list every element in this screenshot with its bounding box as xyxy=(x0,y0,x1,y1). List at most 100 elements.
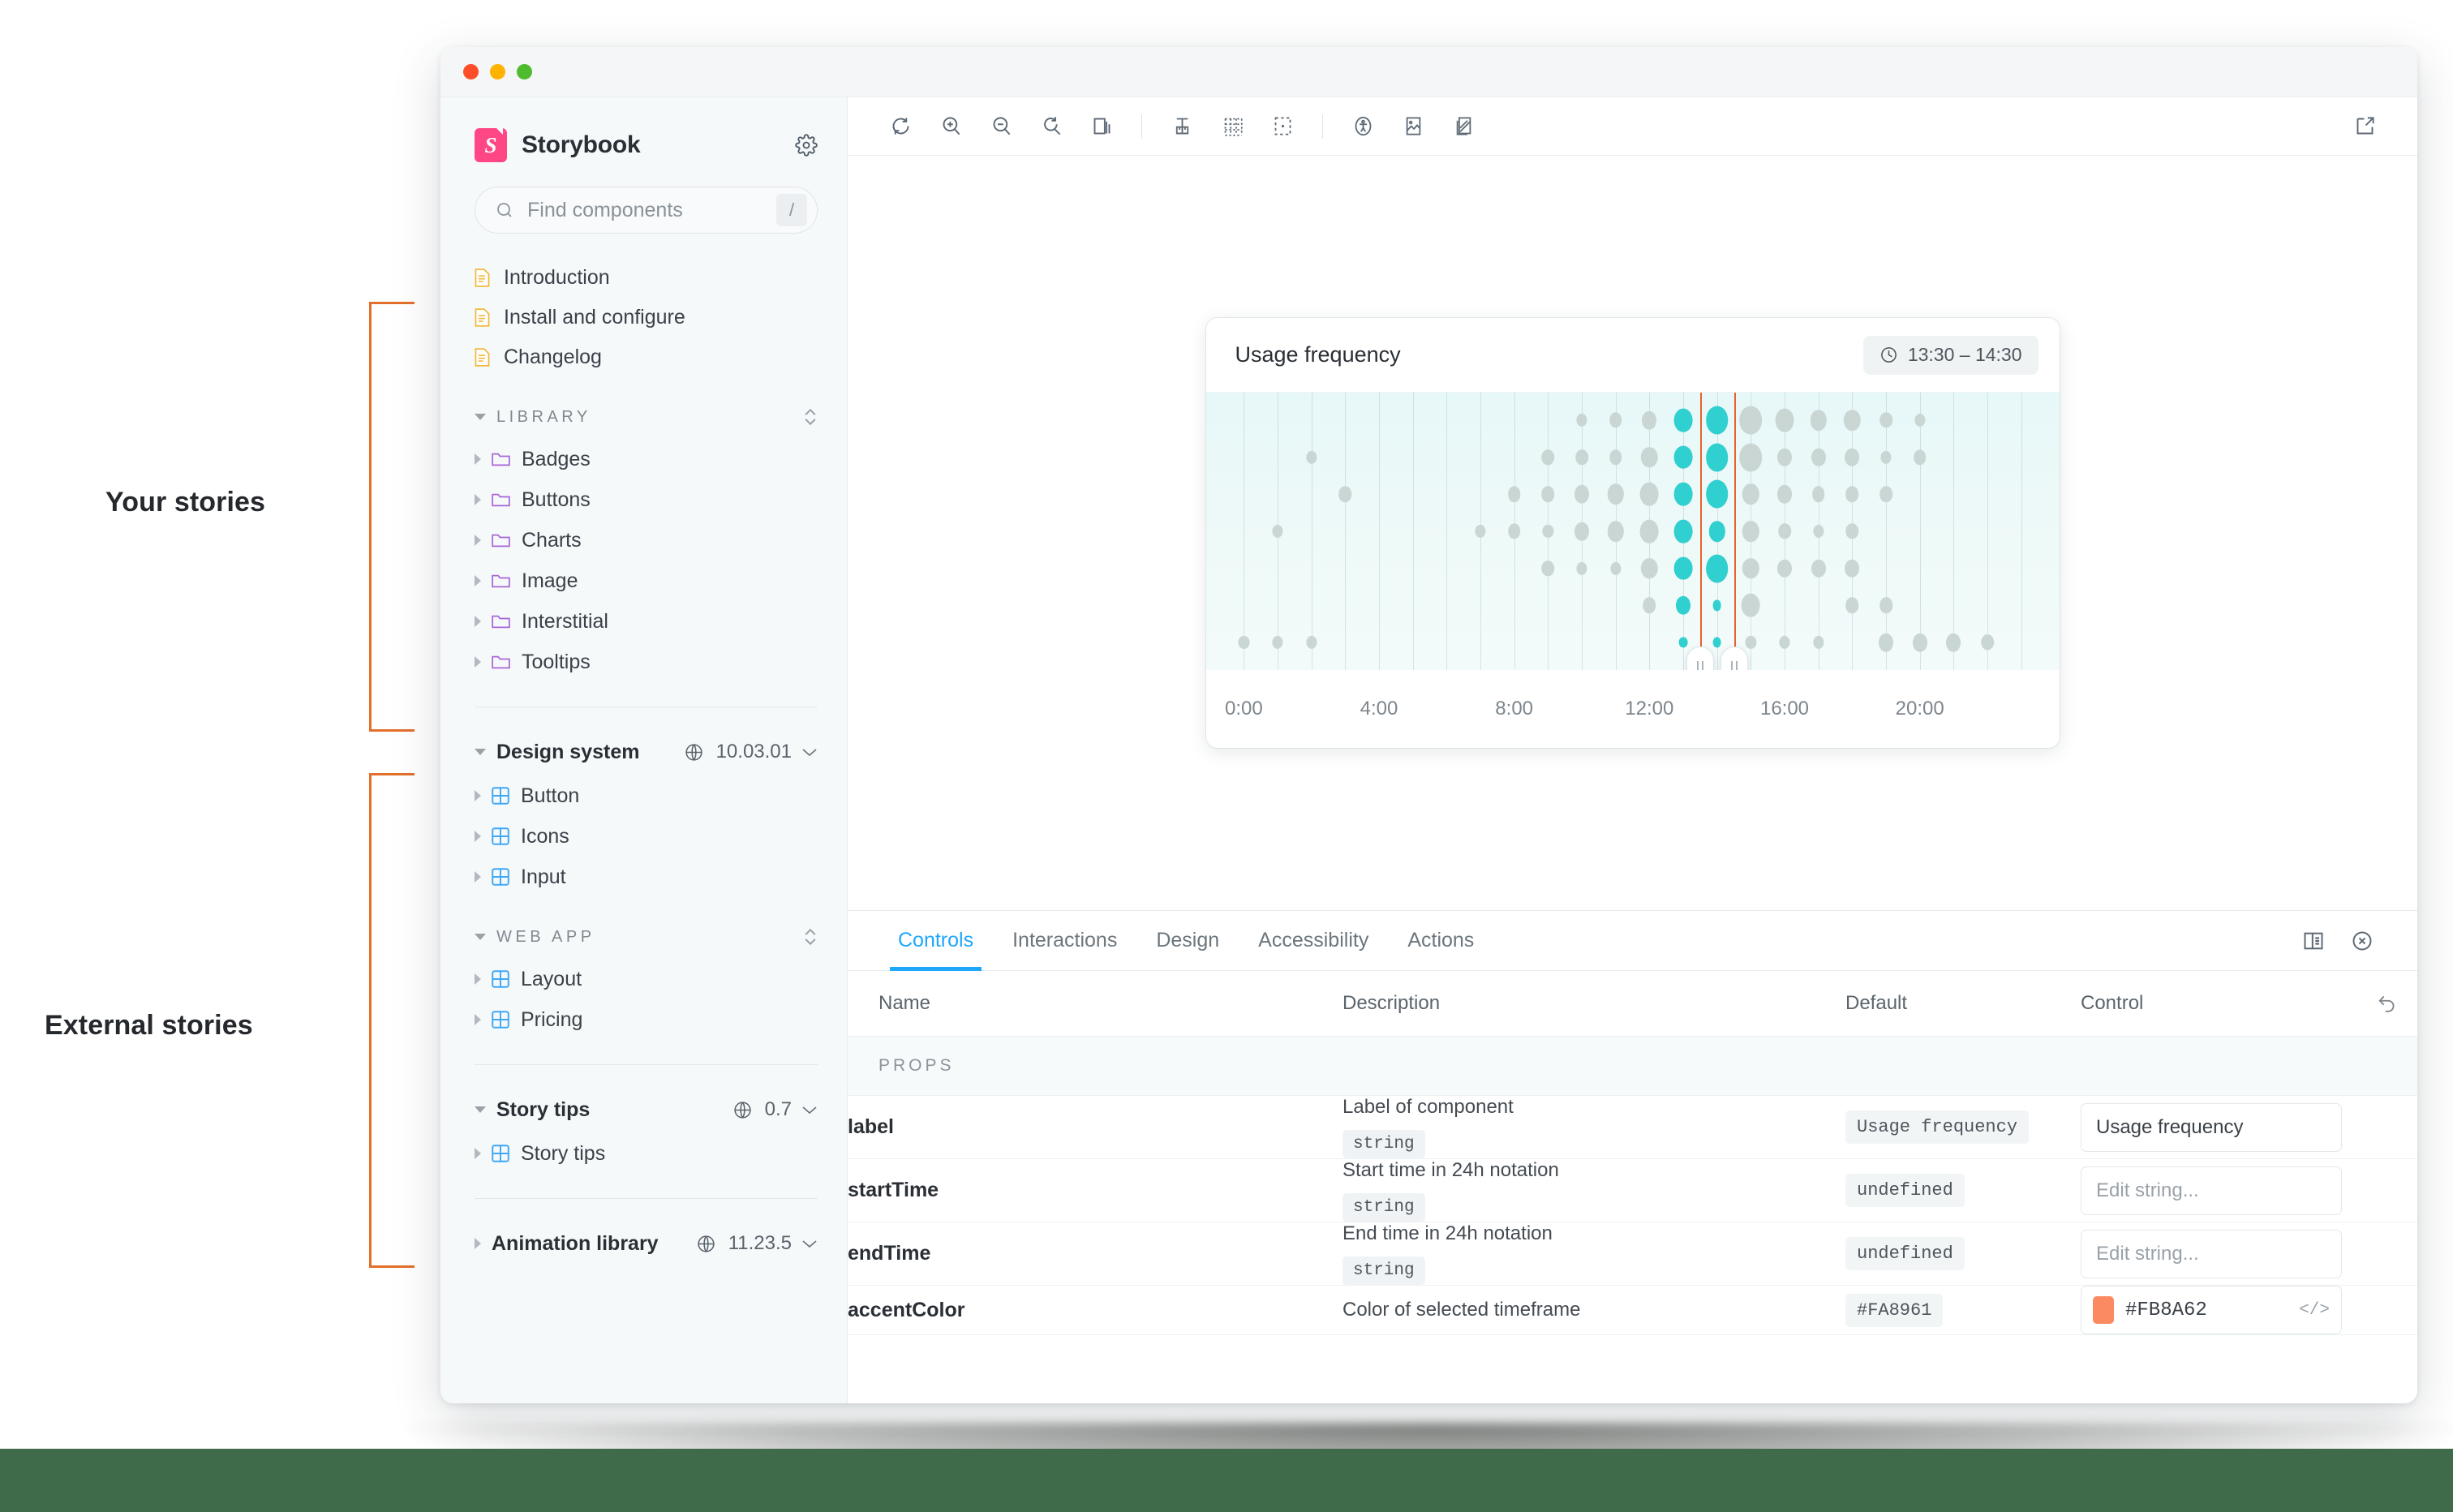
prop-name: label xyxy=(848,1095,1342,1159)
layout-toggle-icon[interactable] xyxy=(2289,911,2338,970)
sidebar-item-story-tips[interactable]: Story tips xyxy=(475,1133,818,1174)
sidebar-item-pricing[interactable]: Pricing xyxy=(475,999,818,1040)
sidebar-item-icons[interactable]: Icons xyxy=(475,816,818,857)
control-endtime-input[interactable]: Edit string... xyxy=(2081,1229,2342,1278)
sidebar-item-introduction[interactable]: Introduction xyxy=(475,258,818,298)
outline-icon[interactable] xyxy=(1257,101,1308,152)
axis-tick-label: 8:00 xyxy=(1495,698,1534,719)
chart-dot xyxy=(1639,482,1659,506)
accessibility-icon[interactable] xyxy=(1338,101,1388,152)
reset-icon[interactable] xyxy=(2377,993,2398,1014)
zoom-reset-icon[interactable] xyxy=(1026,101,1076,152)
chart-dot xyxy=(1574,485,1589,504)
chevron-right-icon xyxy=(475,494,481,505)
sidebar-item-install-and-configure[interactable]: Install and configure xyxy=(475,298,818,337)
window-titlebar xyxy=(440,47,2417,97)
chevron-right-icon xyxy=(475,831,481,842)
sidebar-item-label: Buttons xyxy=(522,488,591,511)
group-title: WEB APP xyxy=(496,927,595,946)
sidebar-item-tooltips[interactable]: Tooltips xyxy=(475,642,818,682)
zoom-out-icon[interactable] xyxy=(976,101,1026,152)
sidebar-root-animation-library[interactable]: Animation library 11.23.5 xyxy=(475,1220,818,1267)
image-icon[interactable] xyxy=(1388,101,1438,152)
sidebar-group-web-app[interactable]: WEB APP xyxy=(475,915,818,959)
expand-collapse-icon[interactable] xyxy=(803,926,818,947)
chevron-down-icon[interactable] xyxy=(801,747,818,757)
sidebar-root-design-system[interactable]: Design system 10.03.01 xyxy=(475,728,818,775)
remount-icon[interactable] xyxy=(875,101,926,152)
prop-default: undefined xyxy=(1845,1174,1965,1207)
zoom-in-icon[interactable] xyxy=(926,101,976,152)
sidebar-item-label: Install and configure xyxy=(504,306,685,329)
sidebar-item-label: Icons xyxy=(521,824,569,848)
copy-icon[interactable] xyxy=(1076,101,1127,152)
sidebar-item-badges[interactable]: Badges xyxy=(475,439,818,479)
window-minimize-button[interactable] xyxy=(490,64,505,79)
chart-dot xyxy=(1777,485,1792,504)
tab-actions[interactable]: Actions xyxy=(1388,911,1493,970)
chart-dot xyxy=(1676,596,1690,615)
chart-dot xyxy=(1639,519,1659,543)
color-swatch[interactable] xyxy=(2093,1296,2114,1324)
expand-collapse-icon[interactable] xyxy=(803,406,818,427)
control-starttime-input[interactable]: Edit string... xyxy=(2081,1166,2342,1215)
chevron-right-icon xyxy=(475,1014,481,1025)
folder-icon xyxy=(492,534,510,547)
chart-dot xyxy=(1912,633,1927,652)
toolbar-divider xyxy=(1322,114,1323,139)
background-icon[interactable] xyxy=(1438,101,1489,152)
prop-description-cell: Start time in 24h notation string xyxy=(1342,1158,1845,1222)
sidebar-group-library[interactable]: LIBRARY xyxy=(475,395,818,439)
close-panel-icon[interactable] xyxy=(2338,911,2386,970)
code-icon[interactable]: </> xyxy=(2299,1301,2330,1320)
measure-icon[interactable] xyxy=(1157,101,1207,152)
group-title: LIBRARY xyxy=(496,407,591,426)
chart-dot xyxy=(1238,635,1249,650)
chevron-down-icon[interactable] xyxy=(801,1105,818,1115)
sidebar-item-interstitial[interactable]: Interstitial xyxy=(475,601,818,642)
divider xyxy=(475,1198,818,1199)
sidebar-item-input[interactable]: Input xyxy=(475,857,818,897)
sidebar-item-label: Layout xyxy=(521,967,582,990)
sidebar-item-label: Pricing xyxy=(521,1007,583,1031)
search-input[interactable]: Find components / xyxy=(475,187,818,234)
sidebar-item-layout[interactable]: Layout xyxy=(475,959,818,999)
tab-interactions[interactable]: Interactions xyxy=(993,911,1136,970)
sidebar-item-buttons[interactable]: Buttons xyxy=(475,479,818,520)
group-label: PROPS xyxy=(848,1036,2417,1096)
gear-icon[interactable] xyxy=(795,134,818,157)
sidebar-item-image[interactable]: Image xyxy=(475,561,818,601)
sidebar-item-button[interactable]: Button xyxy=(475,775,818,816)
control-color-picker[interactable]: #FB8A62 </> xyxy=(2081,1286,2342,1334)
control-text-label[interactable]: Usage frequency xyxy=(2081,1102,2342,1152)
chart-gridline xyxy=(1953,393,1955,670)
sidebar-item-changelog[interactable]: Changelog xyxy=(475,337,818,377)
chart-gridline xyxy=(1446,393,1448,670)
chart-gridline xyxy=(1987,393,1988,670)
selection-end-handle[interactable] xyxy=(1720,646,1748,670)
folder-icon xyxy=(492,493,510,506)
grid-icon[interactable] xyxy=(1207,101,1257,152)
prop-type: string xyxy=(1342,1130,1425,1158)
prop-control-cell: #FB8A62 </> xyxy=(2081,1285,2417,1335)
tab-design[interactable]: Design xyxy=(1136,911,1239,970)
sidebar-item-charts[interactable]: Charts xyxy=(475,520,818,561)
chart-plot-area[interactable] xyxy=(1205,393,2060,670)
external-link-icon[interactable] xyxy=(2339,101,2390,152)
chart-gridline xyxy=(1919,393,1921,670)
chevron-down-icon[interactable] xyxy=(801,1239,818,1248)
prop-default-cell: undefined xyxy=(1845,1158,2081,1222)
document-icon xyxy=(475,348,490,367)
chart-dot xyxy=(1574,522,1589,541)
selection-start-handle[interactable] xyxy=(1686,646,1714,670)
chart-gridline xyxy=(1412,393,1414,670)
chart-dot xyxy=(1946,633,1961,652)
sidebar-item-label: Changelog xyxy=(504,346,602,368)
window-close-button[interactable] xyxy=(463,64,479,79)
tab-controls[interactable]: Controls xyxy=(879,911,993,971)
window-zoom-button[interactable] xyxy=(517,64,532,79)
chart-dot xyxy=(1643,597,1656,614)
prop-default-cell: #FA8961 xyxy=(1845,1285,2081,1335)
sidebar-root-story-tips[interactable]: Story tips 0.7 xyxy=(475,1086,818,1133)
tab-accessibility[interactable]: Accessibility xyxy=(1239,911,1388,970)
